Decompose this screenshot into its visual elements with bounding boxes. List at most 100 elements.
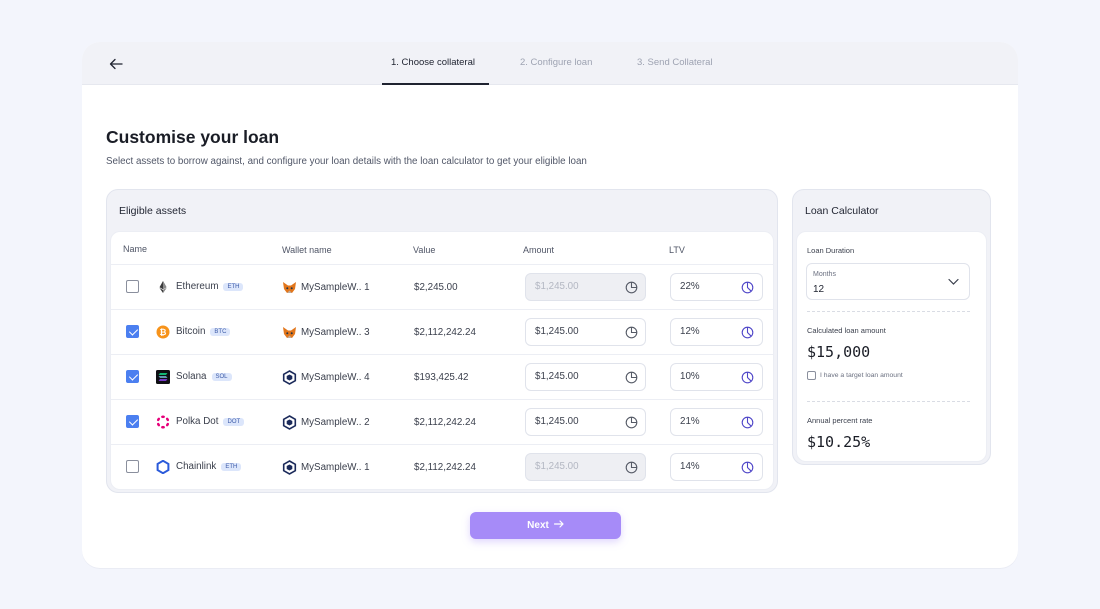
back-arrow-icon[interactable] — [108, 56, 124, 72]
target-loan-label: I have a target loan amount — [820, 372, 903, 379]
apr-label: Annual percent rate — [807, 416, 873, 425]
column-header-wallet: Wallet name — [282, 245, 332, 255]
ltv-pie-icon[interactable] — [741, 371, 754, 384]
eligible-assets-panel: Eligible assets Name Wallet name Value A… — [106, 189, 778, 493]
loan-duration-select[interactable]: Months 12 — [806, 263, 970, 300]
pie-chart-icon[interactable] — [625, 326, 638, 339]
duration-value: 12 — [813, 284, 825, 295]
asset-ticker-badge: DOT — [223, 418, 245, 426]
amount-input — [535, 461, 615, 472]
page-subtitle: Select assets to borrow against, and con… — [106, 156, 587, 167]
asset-value: $193,425.42 — [414, 372, 469, 383]
ltv-field[interactable] — [670, 453, 763, 481]
ltv-input[interactable] — [680, 371, 730, 382]
amount-field — [525, 453, 646, 481]
pie-chart-icon[interactable] — [625, 416, 638, 429]
amount-field[interactable] — [525, 408, 646, 436]
arrow-right-icon — [553, 520, 564, 531]
divider — [807, 401, 970, 402]
next-button[interactable]: Next — [470, 512, 621, 539]
metamask-icon — [283, 327, 296, 338]
duration-unit-label: Months — [813, 271, 836, 278]
asset-value: $2,112,242.24 — [414, 327, 476, 338]
column-header-value: Value — [413, 245, 436, 255]
assets-table: Name Wallet name Value Amount LTV Ethere… — [110, 231, 774, 490]
asset-checkbox[interactable] — [126, 280, 139, 293]
ltv-input[interactable] — [680, 281, 730, 292]
loan-calculator-body: Loan Duration Months 12 Calculated loan … — [796, 231, 987, 462]
pie-chart-icon[interactable] — [625, 281, 638, 294]
column-header-amount: Amount — [523, 245, 555, 255]
ltv-pie-icon[interactable] — [741, 461, 754, 474]
asset-checkbox[interactable] — [126, 460, 139, 473]
ltv-pie-icon[interactable] — [741, 416, 754, 429]
table-row: Solana SOL MySampleW.. 4 $193,425.42 — [111, 354, 773, 399]
asset-checkbox[interactable] — [126, 415, 139, 428]
asset-value: $2,245.00 — [414, 282, 458, 293]
asset-name: Polka Dot DOT — [176, 416, 245, 427]
ltv-field[interactable] — [670, 363, 763, 391]
ltv-input[interactable] — [680, 461, 730, 472]
target-loan-checkbox[interactable] — [807, 371, 816, 380]
wallet-name: MySampleW.. 3 — [301, 327, 370, 338]
asset-checkbox[interactable] — [126, 325, 139, 338]
chainlink-icon — [156, 460, 170, 474]
eligible-assets-heading: Eligible assets — [119, 205, 187, 217]
wallet-name: MySampleW.. 2 — [301, 417, 370, 428]
page-title: Customise your loan — [106, 127, 280, 147]
step-send-collateral[interactable]: 3. Send Collateral — [637, 57, 713, 68]
asset-ticker-badge: ETH — [221, 463, 242, 471]
pie-chart-icon[interactable] — [625, 461, 638, 474]
loan-calculator-heading: Loan Calculator — [805, 205, 879, 217]
asset-checkbox[interactable] — [126, 370, 139, 383]
loan-duration-label: Loan Duration — [807, 246, 855, 255]
chevron-down-icon — [948, 278, 959, 285]
ltv-input[interactable] — [680, 326, 730, 337]
ltv-pie-icon[interactable] — [741, 326, 754, 339]
amount-input[interactable] — [535, 416, 615, 427]
asset-name: Bitcoin BTC — [176, 326, 231, 337]
asset-ticker-badge: BTC — [210, 328, 231, 336]
amount-input — [535, 281, 615, 292]
divider — [807, 311, 970, 312]
asset-ticker-badge: ETH — [223, 283, 244, 291]
loan-calculator-panel: Loan Calculator Loan Duration Months 12 … — [792, 189, 991, 465]
amount-field[interactable] — [525, 318, 646, 346]
ltv-input[interactable] — [680, 416, 730, 427]
wallet-hex-icon — [282, 370, 297, 385]
active-step-indicator — [382, 83, 489, 85]
metamask-icon — [283, 282, 296, 293]
amount-input[interactable] — [535, 371, 615, 382]
asset-name: Chainlink ETH — [176, 461, 242, 472]
wallet-name: MySampleW.. 4 — [301, 372, 370, 383]
asset-name: Solana SOL — [176, 371, 232, 382]
ltv-pie-icon[interactable] — [741, 281, 754, 294]
calculated-loan-amount: $15,000 — [807, 343, 871, 361]
polkadot-icon — [157, 415, 169, 429]
step-choose-collateral[interactable]: 1. Choose collateral — [391, 57, 475, 68]
loan-card: 1. Choose collateral 2. Configure loan 3… — [82, 42, 1018, 568]
column-header-name: Name — [123, 244, 148, 254]
ltv-field[interactable] — [670, 318, 763, 346]
asset-value: $2,112,242.24 — [414, 462, 476, 473]
table-row: Chainlink ETH MySampleW.. 1 $2,112,242.24 — [111, 444, 773, 489]
amount-field[interactable] — [525, 363, 646, 391]
calculated-loan-label: Calculated loan amount — [807, 326, 886, 335]
step-bar: 1. Choose collateral 2. Configure loan 3… — [82, 42, 1018, 85]
column-header-ltv: LTV — [669, 245, 685, 255]
table-row: Polka Dot DOT MySampleW.. 2 $2,112,242.24 — [111, 399, 773, 444]
table-row: ₿ Bitcoin BTC MySampleW.. 3 $2,112,242.24 — [111, 309, 773, 354]
amount-input[interactable] — [535, 326, 615, 337]
asset-ticker-badge: SOL — [211, 373, 232, 381]
step-configure-loan[interactable]: 2. Configure loan — [520, 57, 592, 68]
apr-value: $10.25% — [807, 433, 871, 451]
asset-name: Ethereum ETH — [176, 281, 244, 292]
amount-field — [525, 273, 646, 301]
wallet-name: MySampleW.. 1 — [301, 462, 370, 473]
solana-icon — [156, 370, 170, 384]
ltv-field[interactable] — [670, 273, 763, 301]
pie-chart-icon[interactable] — [625, 371, 638, 384]
ltv-field[interactable] — [670, 408, 763, 436]
table-row: Ethereum ETH MySampleW.. 1 $2,245.00 — [111, 264, 773, 309]
bitcoin-icon: ₿ — [156, 325, 170, 339]
